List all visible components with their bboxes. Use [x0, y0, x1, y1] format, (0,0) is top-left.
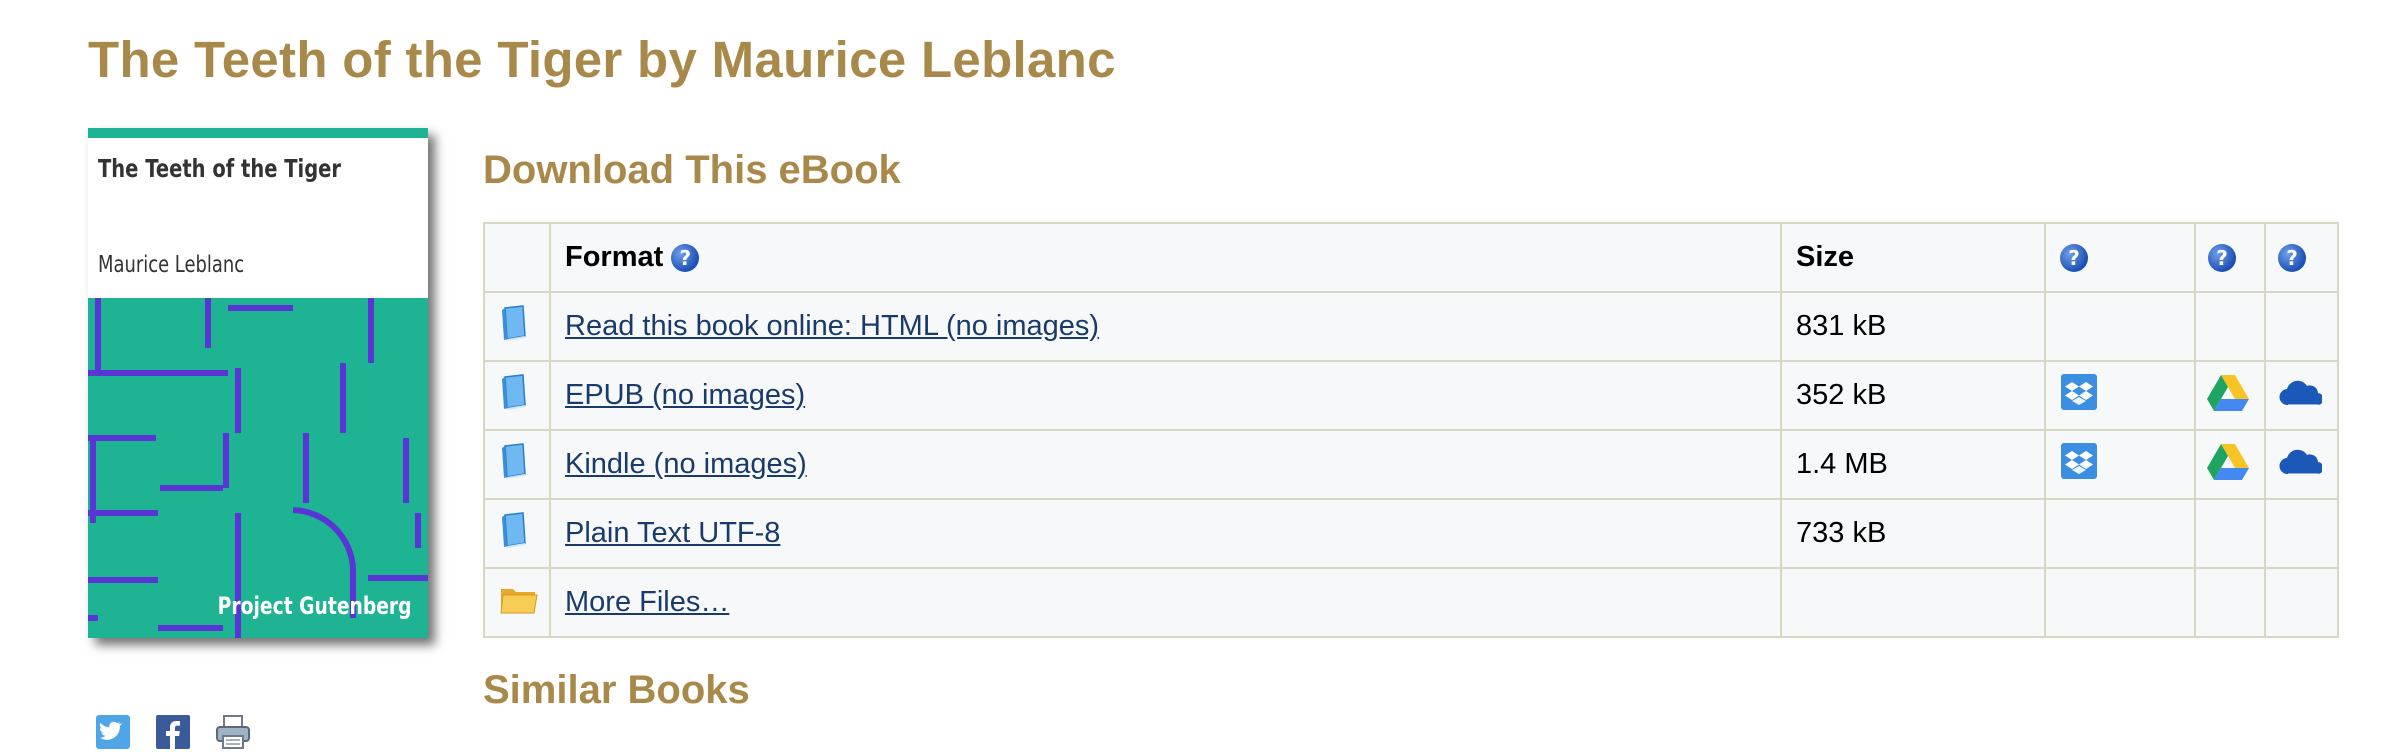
format-help-icon[interactable]: ?: [671, 244, 700, 273]
dropbox-cell: [2044, 429, 2196, 500]
facebook-icon[interactable]: [155, 714, 191, 750]
folder-icon: [483, 567, 551, 638]
drive-cell: [2194, 360, 2266, 431]
print-icon[interactable]: [215, 714, 251, 750]
download-link[interactable]: More Files…: [565, 586, 729, 618]
onedrive-cell: [2264, 498, 2339, 569]
ebook-icon: [483, 360, 551, 431]
download-heading: Download This eBook: [483, 148, 901, 192]
cover-art: Project Gutenberg: [88, 298, 428, 638]
drive-cell: [2194, 567, 2266, 638]
google-drive-icon[interactable]: [2206, 442, 2250, 488]
download-link[interactable]: Read this book online: HTML (no images): [565, 310, 1099, 342]
onedrive-icon[interactable]: [2278, 377, 2324, 415]
book-cover[interactable]: The Teeth of the Tiger Maurice Leblanc P…: [88, 128, 428, 638]
ebook-icon: [483, 498, 551, 569]
social-share-bar: [95, 714, 251, 750]
format-cell: Kindle (no images): [549, 429, 1782, 500]
ebook-icon: [483, 291, 551, 362]
header-icon-cell: [483, 222, 551, 293]
download-table: Format ? Size ? ? ? Read this book onlin…: [483, 222, 2339, 638]
table-row: Plain Text UTF-8 733 kB: [483, 498, 2339, 569]
format-cell: More Files…: [549, 567, 1782, 638]
drive-help-icon[interactable]: ?: [2208, 244, 2236, 273]
page-title: The Teeth of the Tiger by Maurice Leblan…: [88, 31, 1116, 88]
format-cell: Plain Text UTF-8: [549, 498, 1782, 569]
onedrive-icon[interactable]: [2278, 446, 2324, 484]
onedrive-cell: [2264, 291, 2339, 362]
google-drive-icon[interactable]: [2206, 373, 2250, 419]
similar-books-heading: Similar Books: [483, 668, 750, 712]
header-onedrive: ?: [2264, 222, 2339, 293]
drive-cell: [2194, 498, 2266, 569]
cover-top-bar: [88, 128, 428, 138]
dropbox-cell: [2044, 291, 2196, 362]
onedrive-cell: [2264, 360, 2339, 431]
dropbox-cell: [2044, 498, 2196, 569]
size-cell: 733 kB: [1780, 498, 2046, 569]
header-dropbox: ?: [2044, 222, 2196, 293]
size-cell: [1780, 567, 2046, 638]
size-cell: 1.4 MB: [1780, 429, 2046, 500]
drive-cell: [2194, 429, 2266, 500]
cover-maze-pattern: [88, 298, 428, 638]
table-row: More Files…: [483, 567, 2339, 638]
format-cell: EPUB (no images): [549, 360, 1782, 431]
table-row: Read this book online: HTML (no images) 8…: [483, 291, 2339, 362]
size-cell: 831 kB: [1780, 291, 2046, 362]
table-header-row: Format ? Size ? ? ?: [483, 222, 2339, 293]
header-size: Size: [1780, 222, 2046, 293]
cover-title: The Teeth of the Tiger: [98, 154, 342, 183]
size-cell: 352 kB: [1780, 360, 2046, 431]
download-link[interactable]: Kindle (no images): [565, 448, 807, 480]
dropbox-icon[interactable]: [2060, 373, 2098, 419]
onedrive-cell: [2264, 567, 2339, 638]
cover-author: Maurice Leblanc: [98, 252, 245, 278]
table-row: EPUB (no images) 352 kB: [483, 360, 2339, 431]
header-drive: ?: [2194, 222, 2266, 293]
download-link[interactable]: EPUB (no images): [565, 379, 805, 411]
table-row: Kindle (no images) 1.4 MB: [483, 429, 2339, 500]
dropbox-icon[interactable]: [2060, 442, 2098, 488]
onedrive-help-icon[interactable]: ?: [2278, 244, 2306, 273]
cover-publisher: Project Gutenberg: [218, 592, 412, 620]
twitter-icon[interactable]: [95, 714, 131, 750]
onedrive-cell: [2264, 429, 2339, 500]
ebook-icon: [483, 429, 551, 500]
drive-cell: [2194, 291, 2266, 362]
header-format: Format ?: [549, 222, 1782, 293]
dropbox-cell: [2044, 567, 2196, 638]
dropbox-cell: [2044, 360, 2196, 431]
download-link[interactable]: Plain Text UTF-8: [565, 517, 780, 549]
format-header-label: Format: [565, 241, 664, 273]
dropbox-help-icon[interactable]: ?: [2060, 244, 2088, 273]
format-cell: Read this book online: HTML (no images): [549, 291, 1782, 362]
